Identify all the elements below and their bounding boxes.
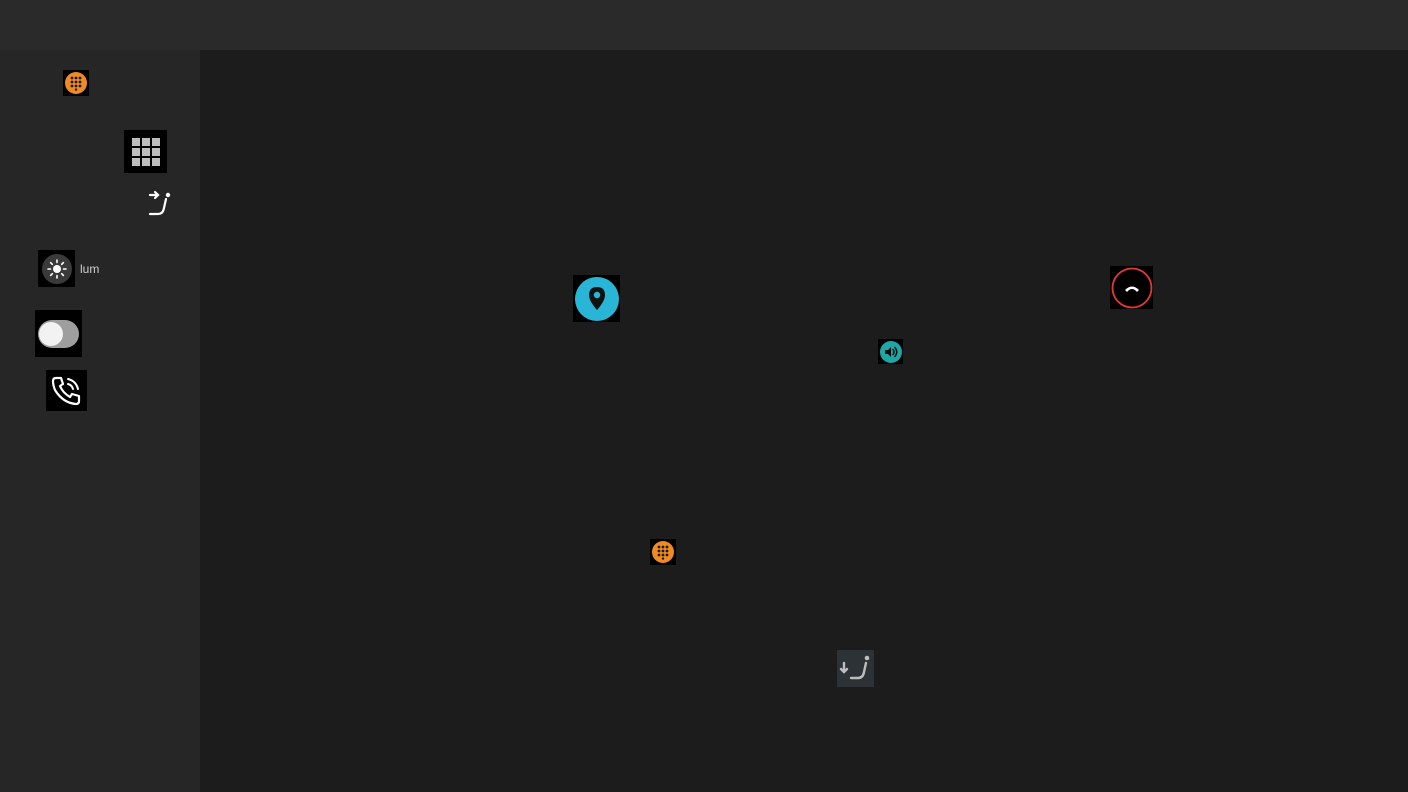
toggle-switch[interactable]	[35, 310, 82, 357]
volume-button[interactable]	[878, 339, 903, 364]
location-pin-icon	[574, 276, 619, 321]
dialpad-icon	[65, 72, 87, 94]
seat-recline-icon	[148, 190, 171, 216]
sidebar	[0, 50, 200, 792]
phone-call-button[interactable]	[46, 370, 87, 411]
seat-recline-button[interactable]	[146, 190, 174, 218]
volume-icon	[879, 340, 902, 363]
end-call-icon	[1111, 267, 1152, 308]
main-canvas	[200, 50, 1408, 792]
seat-recline-down-icon	[839, 655, 870, 680]
phone-in-talk-icon	[51, 376, 80, 405]
brightness-label: lum	[80, 262, 100, 276]
brightness-icon	[41, 253, 72, 284]
dialpad-button-main[interactable]	[650, 539, 676, 565]
toggle-switch-icon	[38, 319, 79, 348]
dialpad-button[interactable]	[63, 70, 89, 96]
brightness-button[interactable]	[38, 250, 75, 287]
apps-grid-button[interactable]	[124, 130, 167, 173]
seat-recline-down-button[interactable]	[837, 650, 874, 687]
location-button[interactable]	[573, 275, 620, 322]
grid-icon	[131, 137, 160, 166]
top-bar	[0, 0, 1408, 50]
dialpad-icon	[652, 541, 674, 563]
end-call-button[interactable]	[1110, 266, 1153, 309]
